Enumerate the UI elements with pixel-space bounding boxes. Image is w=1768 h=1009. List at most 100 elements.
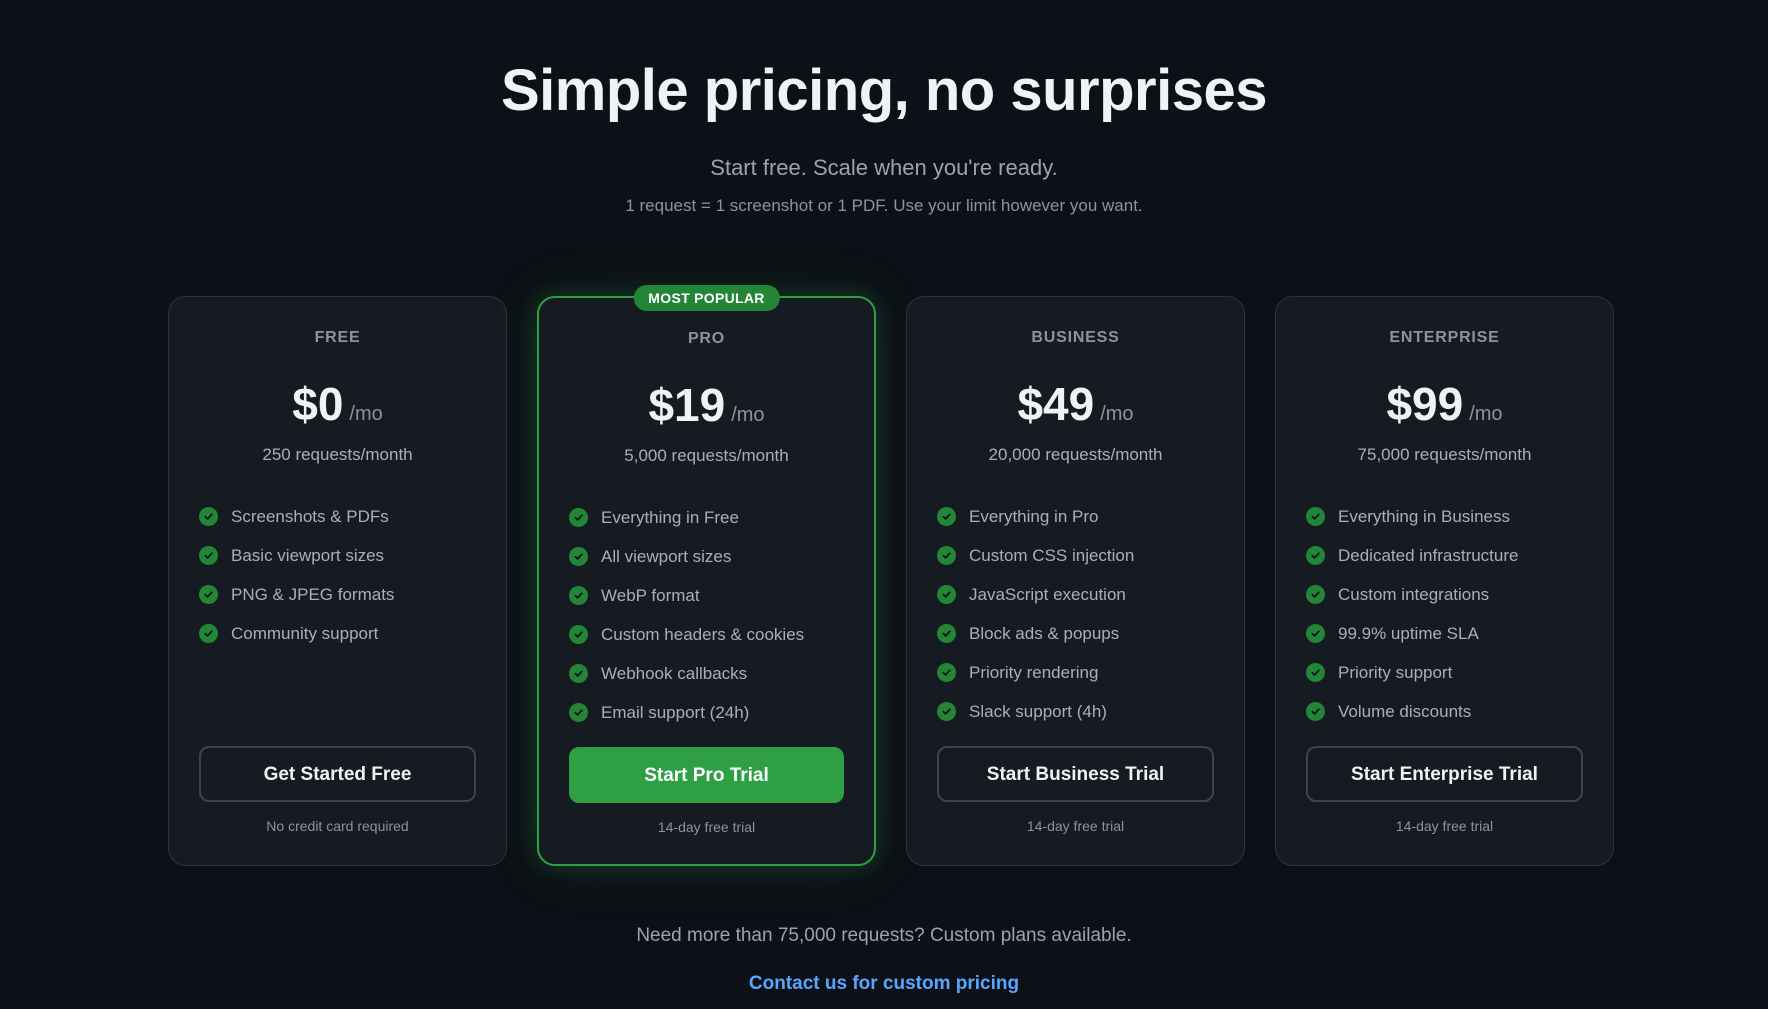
feature-item: JavaScript execution: [937, 575, 1224, 614]
plan-requests: 20,000 requests/month: [988, 445, 1163, 464]
feature-item: Email support (24h): [569, 693, 854, 732]
feature-label: PNG & JPEG formats: [231, 584, 395, 604]
check-circle-icon: [1306, 507, 1325, 526]
plan-price: $0: [292, 378, 344, 430]
feature-item: WebP format: [569, 576, 854, 615]
feature-item: Block ads & popups: [937, 614, 1224, 653]
plan-fineprint: 14-day free trial: [657, 819, 756, 835]
page-subtitle: Start free. Scale when you're ready.: [710, 155, 1058, 180]
custom-plans-text: Need more than 75,000 requests? Custom p…: [636, 925, 1132, 946]
plan-fineprint: 14-day free trial: [1026, 818, 1125, 834]
feature-label: Volume discounts: [1338, 701, 1472, 721]
check-circle-icon: [199, 585, 218, 604]
feature-label: Webhook callbacks: [601, 663, 748, 683]
plan-fineprint: 14-day free trial: [1395, 818, 1494, 834]
plan-card-business: BUSINESS $49/mo 20,000 requests/month Ev…: [906, 296, 1245, 866]
feature-item: Custom headers & cookies: [569, 615, 854, 654]
feature-label: Basic viewport sizes: [231, 545, 385, 565]
check-circle-icon: [1306, 546, 1325, 565]
feature-item: Custom CSS injection: [937, 536, 1224, 575]
feature-label: Screenshots & PDFs: [231, 506, 389, 526]
check-circle-icon: [1306, 663, 1325, 682]
feature-list: Screenshots & PDFs Basic viewport sizes …: [199, 497, 486, 653]
plan-tier: PRO: [687, 330, 726, 347]
check-circle-icon: [199, 507, 218, 526]
feature-label: All viewport sizes: [601, 546, 732, 566]
check-circle-icon: [569, 508, 588, 527]
plan-requests: 250 requests/month: [262, 445, 413, 464]
check-circle-icon: [937, 624, 956, 643]
feature-label: Everything in Business: [1338, 506, 1510, 526]
plan-price-row: $19/mo: [539, 378, 874, 432]
feature-label: Custom integrations: [1338, 584, 1490, 604]
get-started-free-button[interactable]: Get Started Free: [199, 746, 476, 802]
plan-period: /mo: [1469, 403, 1503, 425]
feature-label: 99.9% uptime SLA: [1338, 623, 1479, 643]
check-circle-icon: [937, 702, 956, 721]
feature-item: Slack support (4h): [937, 692, 1224, 731]
check-circle-icon: [199, 624, 218, 643]
plan-tier: BUSINESS: [1031, 329, 1120, 346]
feature-item: 99.9% uptime SLA: [1306, 614, 1593, 653]
feature-item: Screenshots & PDFs: [199, 497, 486, 536]
plan-price-row: $99/mo: [1276, 377, 1613, 431]
feature-item: PNG & JPEG formats: [199, 575, 486, 614]
feature-label: WebP format: [601, 585, 700, 605]
feature-label: Everything in Pro: [969, 506, 1099, 526]
feature-item: Volume discounts: [1306, 692, 1593, 731]
feature-item: Basic viewport sizes: [199, 536, 486, 575]
plan-requests: 5,000 requests/month: [624, 446, 789, 465]
start-business-trial-button[interactable]: Start Business Trial: [937, 746, 1214, 802]
plan-price-row: $0/mo: [169, 377, 506, 431]
check-circle-icon: [1306, 585, 1325, 604]
feature-list: Everything in Free All viewport sizes We…: [569, 498, 854, 732]
feature-item: Everything in Pro: [937, 497, 1224, 536]
feature-item: Priority support: [1306, 653, 1593, 692]
check-circle-icon: [937, 585, 956, 604]
check-circle-icon: [937, 663, 956, 682]
feature-label: Block ads & popups: [969, 623, 1120, 643]
feature-label: Custom headers & cookies: [601, 624, 805, 644]
feature-label: JavaScript execution: [969, 584, 1126, 604]
feature-item: Dedicated infrastructure: [1306, 536, 1593, 575]
feature-label: Community support: [231, 623, 379, 643]
feature-item: All viewport sizes: [569, 537, 854, 576]
plan-period: /mo: [731, 404, 765, 426]
plan-tier: ENTERPRISE: [1389, 329, 1500, 346]
check-circle-icon: [569, 703, 588, 722]
feature-label: Priority support: [1338, 662, 1453, 682]
plan-requests: 75,000 requests/month: [1357, 445, 1532, 464]
feature-item: Custom integrations: [1306, 575, 1593, 614]
check-circle-icon: [569, 586, 588, 605]
plan-tier: FREE: [314, 329, 361, 346]
plan-card-enterprise: ENTERPRISE $99/mo 75,000 requests/month …: [1275, 296, 1614, 866]
check-circle-icon: [199, 546, 218, 565]
start-pro-trial-button[interactable]: Start Pro Trial: [569, 747, 844, 803]
check-circle-icon: [569, 625, 588, 644]
usage-note: 1 request = 1 screenshot or 1 PDF. Use y…: [625, 196, 1143, 215]
plan-period: /mo: [349, 403, 383, 425]
feature-item: Everything in Free: [569, 498, 854, 537]
contact-custom-pricing-link[interactable]: Contact us for custom pricing: [0, 973, 1768, 995]
plan-fineprint: No credit card required: [266, 818, 409, 834]
plan-price-row: $49/mo: [907, 377, 1244, 431]
plan-price: $49: [1017, 378, 1095, 430]
feature-item: Webhook callbacks: [569, 654, 854, 693]
feature-list: Everything in Business Dedicated infrast…: [1306, 497, 1593, 731]
check-circle-icon: [1306, 702, 1325, 721]
feature-label: Slack support (4h): [969, 701, 1107, 721]
plan-price: $19: [648, 379, 726, 431]
feature-list: Everything in Pro Custom CSS injection J…: [937, 497, 1224, 731]
plan-card-free: FREE $0/mo 250 requests/month Screenshot…: [168, 296, 507, 866]
check-circle-icon: [569, 664, 588, 683]
start-enterprise-trial-button[interactable]: Start Enterprise Trial: [1306, 746, 1583, 802]
feature-label: Custom CSS injection: [969, 545, 1135, 565]
check-circle-icon: [937, 546, 956, 565]
feature-item: Priority rendering: [937, 653, 1224, 692]
check-circle-icon: [1306, 624, 1325, 643]
check-circle-icon: [937, 507, 956, 526]
feature-label: Email support (24h): [601, 702, 750, 722]
feature-item: Community support: [199, 614, 486, 653]
check-circle-icon: [569, 547, 588, 566]
feature-item: Everything in Business: [1306, 497, 1593, 536]
